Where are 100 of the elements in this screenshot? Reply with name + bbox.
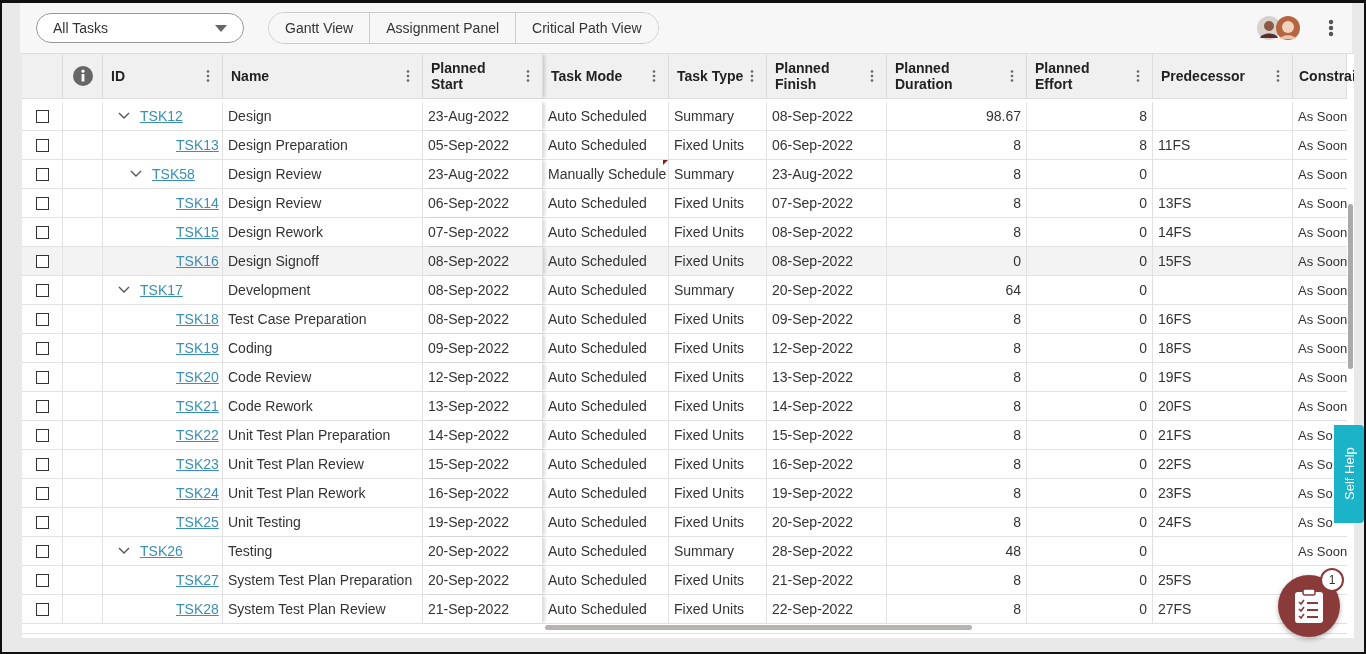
row-checkbox[interactable] — [35, 312, 49, 326]
chevron-down-icon[interactable] — [118, 112, 130, 120]
task-id-link[interactable]: TSK20 — [176, 369, 219, 385]
table-cell: 8 — [1013, 137, 1021, 153]
table-cell: 21-Sep-2022 — [428, 601, 509, 617]
task-filter-dropdown[interactable]: All Tasks — [36, 13, 244, 43]
row-checkbox[interactable] — [35, 341, 49, 355]
table-cell: Auto Scheduled — [548, 311, 647, 327]
vertical-scrollbar[interactable] — [1348, 204, 1353, 369]
table-cell: 19FS — [1158, 369, 1192, 385]
task-id-link[interactable]: TSK25 — [176, 514, 219, 530]
row-checkbox[interactable] — [35, 573, 49, 587]
row-checkbox[interactable] — [35, 515, 49, 529]
self-help-tab[interactable]: Self Help — [1334, 425, 1364, 523]
row-checkbox[interactable] — [35, 602, 49, 616]
column-header[interactable]: Planned Start — [431, 60, 513, 92]
column-header[interactable]: Task Type — [677, 68, 744, 84]
task-id-link[interactable]: TSK13 — [176, 137, 219, 153]
table-cell: 23FS — [1158, 485, 1192, 501]
table-cell: 22FS — [1158, 456, 1192, 472]
column-menu-icon[interactable] — [406, 70, 410, 82]
column-menu-icon[interactable] — [870, 70, 874, 82]
row-checkbox[interactable] — [35, 225, 49, 239]
table-cell: 0 — [1139, 456, 1147, 472]
row-checkbox[interactable] — [35, 254, 49, 268]
table-cell: 12-Sep-2022 — [772, 340, 853, 356]
table-cell: 08-Sep-2022 — [428, 311, 509, 327]
column-header[interactable]: Planned Finish — [775, 60, 857, 92]
task-id-link[interactable]: TSK14 — [176, 195, 219, 211]
table-cell: 09-Sep-2022 — [428, 340, 509, 356]
row-checkbox[interactable] — [35, 283, 49, 297]
row-checkbox[interactable] — [35, 167, 49, 181]
table-cell: 0 — [1139, 572, 1147, 588]
table-cell: 21FS — [1158, 427, 1192, 443]
column-header[interactable]: Name — [231, 68, 270, 84]
column-menu-icon[interactable] — [750, 70, 754, 82]
table-cell: Auto Scheduled — [548, 543, 647, 559]
task-id-link[interactable]: TSK24 — [176, 485, 219, 501]
task-id-link[interactable]: TSK19 — [176, 340, 219, 356]
task-id-link[interactable]: TSK22 — [176, 427, 219, 443]
task-id-link[interactable]: TSK58 — [152, 166, 195, 182]
column-header[interactable]: Predecessor — [1161, 68, 1243, 84]
task-id-link[interactable]: TSK15 — [176, 224, 219, 240]
column-header[interactable]: Planned Effort — [1035, 60, 1117, 92]
row-checkbox[interactable] — [35, 399, 49, 413]
row-checkbox[interactable] — [35, 486, 49, 500]
table-cell: Fixed Units — [674, 195, 745, 211]
table-cell: 48 — [1005, 543, 1021, 559]
table-cell: As Soon — [1298, 311, 1348, 327]
task-name: Design Preparation — [228, 137, 348, 153]
column-menu-icon[interactable] — [526, 70, 530, 82]
table-cell: 8 — [1013, 601, 1021, 617]
table-cell: 0 — [1139, 166, 1147, 182]
task-name: Testing — [228, 543, 273, 559]
task-name: Code Review — [228, 369, 312, 385]
chevron-down-icon[interactable] — [130, 170, 142, 178]
task-id-link[interactable]: TSK26 — [140, 543, 183, 559]
table-cell: 13-Sep-2022 — [772, 369, 853, 385]
table-cell: Fixed Units — [674, 601, 745, 617]
row-checkbox[interactable] — [35, 109, 49, 123]
task-id-link[interactable]: TSK17 — [140, 282, 183, 298]
table-cell: Auto Scheduled — [548, 601, 647, 617]
column-menu-icon[interactable] — [652, 70, 656, 82]
view-tab[interactable]: Critical Path View — [515, 13, 658, 43]
task-id-link[interactable]: TSK23 — [176, 456, 219, 472]
row-checkbox[interactable] — [35, 138, 49, 152]
table-cell: 0 — [1139, 282, 1147, 298]
table-cell: Auto Scheduled — [548, 340, 647, 356]
table-cell: As Soon — [1298, 137, 1348, 153]
task-id-link[interactable]: TSK16 — [176, 253, 219, 269]
more-options-icon[interactable] — [1328, 19, 1334, 37]
table-cell: 0 — [1139, 398, 1147, 414]
table-cell: 8 — [1013, 340, 1021, 356]
task-id-link[interactable]: TSK21 — [176, 398, 219, 414]
column-menu-icon[interactable] — [1136, 70, 1140, 82]
chevron-down-icon[interactable] — [118, 286, 130, 294]
row-checkbox[interactable] — [35, 428, 49, 442]
column-header[interactable]: Task Mode — [551, 68, 623, 84]
row-checkbox[interactable] — [35, 370, 49, 384]
task-id-link[interactable]: TSK12 — [140, 108, 183, 124]
table-cell: 8 — [1013, 166, 1021, 182]
column-menu-icon[interactable] — [206, 70, 210, 82]
column-header[interactable]: Constrai — [1299, 68, 1354, 84]
table-cell: 08-Sep-2022 — [772, 108, 853, 124]
task-id-link[interactable]: TSK27 — [176, 572, 219, 588]
table-cell: 11FS — [1158, 137, 1191, 153]
column-header[interactable]: Planned Duration — [895, 60, 977, 92]
row-checkbox[interactable] — [35, 544, 49, 558]
column-header[interactable]: ID — [111, 68, 125, 84]
chevron-down-icon[interactable] — [118, 547, 130, 555]
horizontal-scrollbar[interactable] — [545, 625, 972, 630]
column-menu-icon[interactable] — [1010, 70, 1014, 82]
table-cell: Fixed Units — [674, 137, 745, 153]
task-id-link[interactable]: TSK28 — [176, 601, 219, 617]
row-checkbox[interactable] — [35, 196, 49, 210]
row-checkbox[interactable] — [35, 457, 49, 471]
task-name: Design — [228, 108, 272, 124]
table-cell: Fixed Units — [674, 514, 745, 530]
column-menu-icon[interactable] — [1276, 70, 1280, 82]
task-id-link[interactable]: TSK18 — [176, 311, 219, 327]
